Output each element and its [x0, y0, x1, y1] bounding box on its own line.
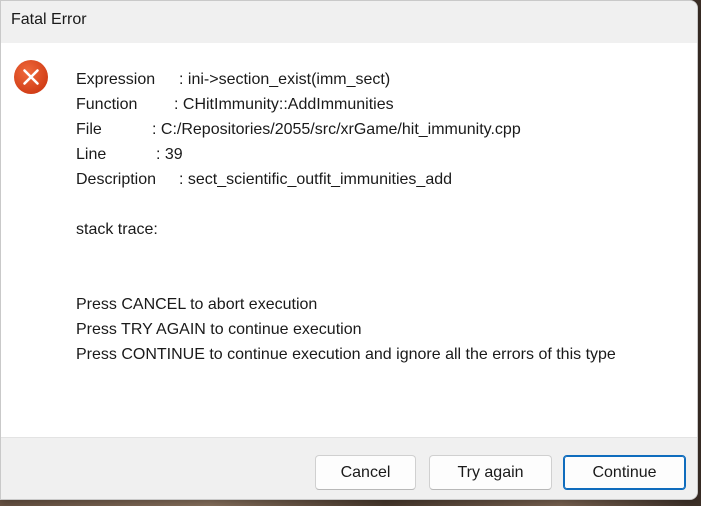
- function-row: Function : CHitImmunity::AddImmunities: [76, 92, 616, 117]
- stack-trace-label: stack trace:: [76, 221, 158, 238]
- file-value: : C:/Repositories/2055/src/xrGame/hit_im…: [152, 121, 521, 138]
- line-value: : 39: [156, 146, 183, 163]
- instruction-continue: Press CONTINUE to continue execution and…: [76, 346, 616, 363]
- line-row: Line : 39: [76, 142, 616, 167]
- cancel-button[interactable]: Cancel: [315, 455, 416, 490]
- expression-value: : ini->section_exist(imm_sect): [179, 71, 391, 88]
- description-label: Description: [76, 171, 157, 188]
- fatal-error-dialog: Fatal Error Expression : ini->section_exi…: [0, 0, 698, 500]
- window-title: Fatal Error: [11, 11, 87, 28]
- file-row: File : C:/Repositories/2055/src/xrGame/hi…: [76, 117, 616, 142]
- continue-button[interactable]: Continue: [563, 455, 686, 490]
- description-row: Description : sect_scientific_outfit_immu…: [76, 167, 616, 192]
- file-label: File: [76, 121, 102, 138]
- function-value: : CHitImmunity::AddImmunities: [174, 96, 394, 113]
- description-value: : sect_scientific_outfit_immunities_add: [179, 171, 453, 188]
- expression-row: Expression : ini->section_exist(imm_sect): [76, 67, 616, 92]
- try-again-button[interactable]: Try again: [429, 455, 552, 490]
- line-label: Line: [76, 146, 107, 163]
- expression-label: Expression: [76, 71, 156, 88]
- error-message: Expression : ini->section_exist(imm_sect)…: [76, 67, 616, 367]
- error-icon: [14, 60, 48, 94]
- instruction-cancel: Press CANCEL to abort execution: [76, 296, 318, 313]
- title-bar[interactable]: Fatal Error: [1, 1, 697, 43]
- instruction-try-again: Press TRY AGAIN to continue execution: [76, 321, 362, 338]
- button-bar: Cancel Try again Continue: [1, 437, 697, 499]
- dialog-content: Expression : ini->section_exist(imm_sect)…: [1, 43, 697, 437]
- function-label: Function: [76, 96, 138, 113]
